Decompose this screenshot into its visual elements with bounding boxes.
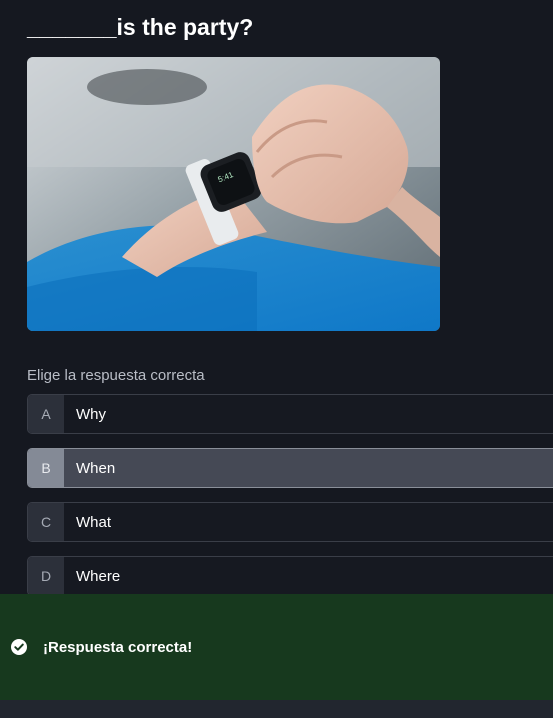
option-letter: D [28, 557, 64, 595]
question-title: _______is the party? [27, 14, 254, 40]
quiz-page: _______is the party? 5:41 Elige la respu… [0, 0, 553, 718]
feedback-bar: ¡Respuesta correcta! [0, 594, 553, 700]
option-letter: C [28, 503, 64, 541]
option-label: What [76, 513, 112, 531]
option-letter: B [28, 449, 64, 487]
option-d[interactable]: D Where [27, 556, 553, 596]
instruction-text: Elige la respuesta correcta [27, 367, 205, 384]
option-b[interactable]: B When [27, 448, 553, 488]
check-circle-icon [11, 639, 27, 655]
option-letter: A [28, 395, 64, 433]
bottom-strip [0, 700, 553, 718]
option-label: When [76, 459, 116, 477]
feedback-text: ¡Respuesta correcta! [43, 638, 193, 656]
option-c[interactable]: C What [27, 502, 553, 542]
question-image: 5:41 [27, 57, 440, 331]
option-a[interactable]: A Why [27, 394, 553, 434]
option-label: Why [76, 405, 106, 423]
option-label: Where [76, 567, 121, 585]
